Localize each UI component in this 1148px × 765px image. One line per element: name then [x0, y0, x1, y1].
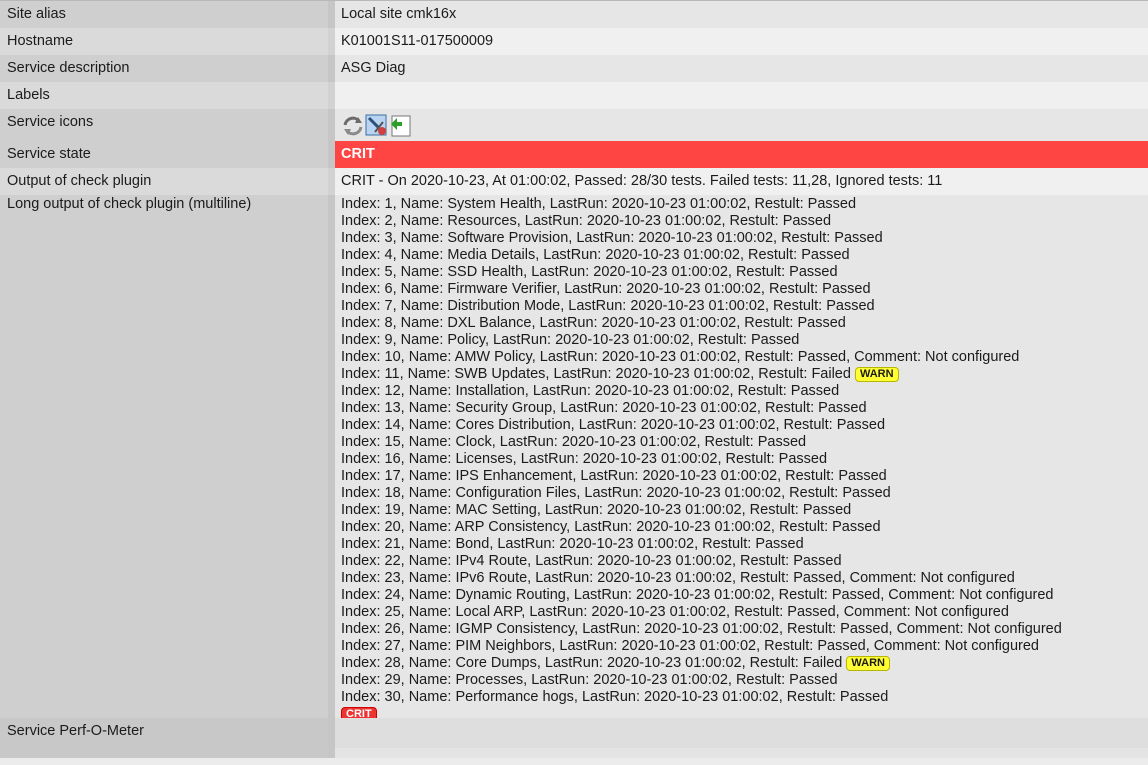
- row-service-state: Service state CRIT: [0, 141, 1148, 168]
- long-output-line-text: Index: 12, Name: Installation, LastRun: …: [341, 383, 840, 399]
- long-output-line: Index: 30, Name: Performance hogs, LastR…: [341, 689, 1148, 706]
- long-output-line-text: Index: 17, Name: IPS Enhancement, LastRu…: [341, 468, 887, 484]
- long-output-line-text: Index: 29, Name: Processes, LastRun: 202…: [341, 672, 838, 688]
- long-output-line: Index: 2, Name: Resources, LastRun: 2020…: [341, 213, 1148, 230]
- long-output-line-text: Index: 19, Name: MAC Setting, LastRun: 2…: [341, 502, 852, 518]
- long-output-line-text: Index: 23, Name: IPv6 Route, LastRun: 20…: [341, 570, 1015, 586]
- service-description-label: Service description: [0, 55, 328, 82]
- long-output-line: Index: 7, Name: Distribution Mode, LastR…: [341, 298, 1148, 315]
- long-output-line-text: Index: 18, Name: Configuration Files, La…: [341, 485, 891, 501]
- long-output-line-text: Index: 5, Name: SSD Health, LastRun: 202…: [341, 264, 838, 280]
- row-long-output: Long output of check plugin (multiline) …: [0, 195, 1148, 722]
- hostname-label: Hostname: [0, 28, 328, 55]
- long-output-line: Index: 21, Name: Bond, LastRun: 2020-10-…: [341, 536, 1148, 553]
- long-output-line: Index: 16, Name: Licenses, LastRun: 2020…: [341, 451, 1148, 468]
- row-service-icons: Service icons: [0, 109, 1148, 141]
- long-output-line-text: Index: 2, Name: Resources, LastRun: 2020…: [341, 213, 832, 229]
- long-output-line-text: Index: 24, Name: Dynamic Routing, LastRu…: [341, 587, 1054, 603]
- long-output-line: Index: 17, Name: IPS Enhancement, LastRu…: [341, 468, 1148, 485]
- long-output-line-text: Index: 7, Name: Distribution Mode, LastR…: [341, 298, 875, 314]
- long-output-line: Index: 8, Name: DXL Balance, LastRun: 20…: [341, 315, 1148, 332]
- labels-value: [335, 82, 1148, 109]
- service-detail-table: Site alias Local site cmk16x Hostname K0…: [0, 0, 1148, 758]
- long-output-line: Index: 9, Name: Policy, LastRun: 2020-10…: [341, 332, 1148, 349]
- warn-badge: WARN: [854, 367, 899, 382]
- long-output-line: Index: 13, Name: Security Group, LastRun…: [341, 400, 1148, 417]
- long-output-line: Index: 4, Name: Media Details, LastRun: …: [341, 247, 1148, 264]
- long-output-line: Index: 28, Name: Core Dumps, LastRun: 20…: [341, 655, 1148, 672]
- long-output-line-text: Index: 27, Name: PIM Neighbors, LastRun:…: [341, 638, 1039, 654]
- long-output-line-text: Index: 10, Name: AMW Policy, LastRun: 20…: [341, 349, 1020, 365]
- reload-icon[interactable]: [341, 114, 365, 138]
- service-icons-label: Service icons: [0, 109, 328, 141]
- long-output-line-text: Index: 22, Name: IPv4 Route, LastRun: 20…: [341, 553, 842, 569]
- row-next: [0, 748, 1148, 758]
- perf-o-meter-value: [335, 718, 1148, 748]
- long-output-line-text: Index: 4, Name: Media Details, LastRun: …: [341, 247, 850, 263]
- long-output-line-text: Index: 6, Name: Firmware Verifier, LastR…: [341, 281, 871, 297]
- wato-rule-icon[interactable]: [365, 114, 389, 138]
- site-alias-value: Local site cmk16x: [335, 1, 1148, 28]
- output-label: Output of check plugin: [0, 168, 328, 195]
- perf-o-meter-label: Service Perf-O-Meter: [0, 718, 328, 748]
- long-output-line: Index: 22, Name: IPv4 Route, LastRun: 20…: [341, 553, 1148, 570]
- long-output-line: Index: 11, Name: SWB Updates, LastRun: 2…: [341, 366, 1148, 383]
- row-service-description: Service description ASG Diag: [0, 55, 1148, 82]
- long-output-line: Index: 3, Name: Software Provision, Last…: [341, 230, 1148, 247]
- service-icons-value: [335, 109, 1148, 141]
- long-output-line: Index: 25, Name: Local ARP, LastRun: 202…: [341, 604, 1148, 621]
- long-output-line-text: Index: 20, Name: ARP Consistency, LastRu…: [341, 519, 881, 535]
- long-output-line: Index: 20, Name: ARP Consistency, LastRu…: [341, 519, 1148, 536]
- long-output-line-text: Index: 11, Name: SWB Updates, LastRun: 2…: [341, 366, 851, 382]
- row-hostname: Hostname K01001S11-017500009: [0, 28, 1148, 55]
- long-output-line-text: Index: 14, Name: Cores Distribution, Las…: [341, 417, 886, 433]
- hostname-value[interactable]: K01001S11-017500009: [335, 28, 1148, 55]
- long-output-line: Index: 19, Name: MAC Setting, LastRun: 2…: [341, 502, 1148, 519]
- long-output-line-text: Index: 26, Name: IGMP Consistency, LastR…: [341, 621, 1062, 637]
- long-output-line-text: Index: 16, Name: Licenses, LastRun: 2020…: [341, 451, 828, 467]
- service-description-value[interactable]: ASG Diag: [335, 55, 1148, 82]
- row-perf-o-meter: Service Perf-O-Meter: [0, 718, 1148, 748]
- long-output-line: Index: 6, Name: Firmware Verifier, LastR…: [341, 281, 1148, 298]
- long-output-line-text: Index: 9, Name: Policy, LastRun: 2020-10…: [341, 332, 800, 348]
- long-output-line-text: Index: 25, Name: Local ARP, LastRun: 202…: [341, 604, 1009, 620]
- long-output-line: Index: 18, Name: Configuration Files, La…: [341, 485, 1148, 502]
- long-output-line-text: Index: 8, Name: DXL Balance, LastRun: 20…: [341, 315, 846, 331]
- long-output-line: Index: 15, Name: Clock, LastRun: 2020-10…: [341, 434, 1148, 451]
- long-output-line: Index: 5, Name: SSD Health, LastRun: 202…: [341, 264, 1148, 281]
- long-output-line: Index: 1, Name: System Health, LastRun: …: [341, 196, 1148, 213]
- long-output-line: Index: 10, Name: AMW Policy, LastRun: 20…: [341, 349, 1148, 366]
- long-output-line: Index: 29, Name: Processes, LastRun: 202…: [341, 672, 1148, 689]
- warn-badge: WARN: [846, 656, 890, 671]
- output-value: CRIT - On 2020-10-23, At 01:00:02, Passe…: [335, 168, 1148, 195]
- row-labels: Labels: [0, 82, 1148, 109]
- long-output-line: Index: 26, Name: IGMP Consistency, LastR…: [341, 621, 1148, 638]
- long-output-line: Index: 12, Name: Installation, LastRun: …: [341, 383, 1148, 400]
- download-agent-icon[interactable]: [389, 114, 413, 138]
- long-output-value: Index: 1, Name: System Health, LastRun: …: [335, 195, 1148, 722]
- long-output-label: Long output of check plugin (multiline): [0, 195, 328, 718]
- labels-label: Labels: [0, 82, 328, 109]
- long-output-line: Index: 14, Name: Cores Distribution, Las…: [341, 417, 1148, 434]
- site-alias-label: Site alias: [0, 1, 328, 28]
- service-state-label: Service state: [0, 141, 328, 168]
- row-output: Output of check plugin CRIT - On 2020-10…: [0, 168, 1148, 195]
- long-output-line: Index: 27, Name: PIM Neighbors, LastRun:…: [341, 638, 1148, 655]
- row-site-alias: Site alias Local site cmk16x: [0, 1, 1148, 28]
- long-output-line-text: Index: 28, Name: Core Dumps, LastRun: 20…: [341, 655, 843, 671]
- long-output-line: Index: 24, Name: Dynamic Routing, LastRu…: [341, 587, 1148, 604]
- long-output-line-text: Index: 15, Name: Clock, LastRun: 2020-10…: [341, 434, 807, 450]
- long-output-line-text: Index: 13, Name: Security Group, LastRun…: [341, 400, 867, 416]
- service-state-value: CRIT: [335, 141, 1148, 168]
- long-output-line-text: Index: 1, Name: System Health, LastRun: …: [341, 196, 857, 212]
- long-output-line-text: Index: 30, Name: Performance hogs, LastR…: [341, 689, 889, 705]
- long-output-line: Index: 23, Name: IPv6 Route, LastRun: 20…: [341, 570, 1148, 587]
- long-output-line-text: Index: 21, Name: Bond, LastRun: 2020-10-…: [341, 536, 804, 552]
- long-output-line-text: Index: 3, Name: Software Provision, Last…: [341, 230, 883, 246]
